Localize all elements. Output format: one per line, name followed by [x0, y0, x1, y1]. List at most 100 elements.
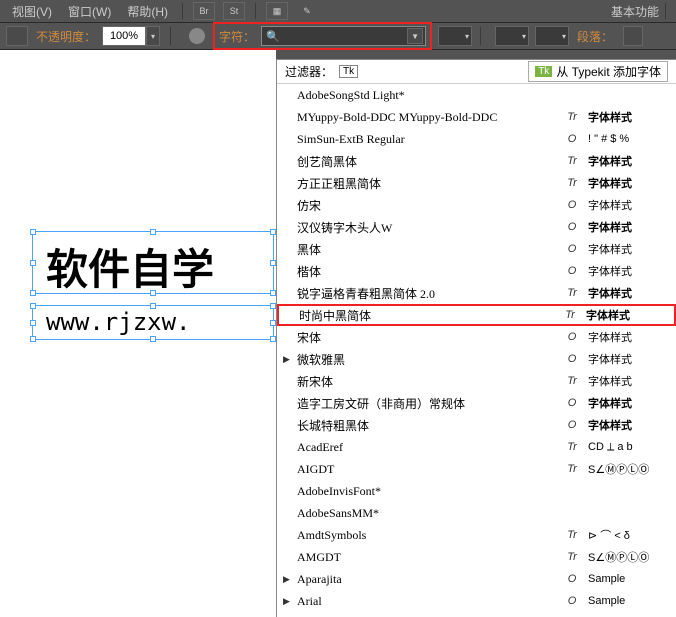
- font-row[interactable]: 造字工房文研（非商用）常规体O字体样式: [277, 392, 676, 414]
- font-row[interactable]: ▶AparajitaOSample: [277, 568, 676, 590]
- font-dropdown[interactable]: 🔍 ▼: [261, 26, 426, 46]
- chevron-down-icon[interactable]: ▼: [407, 28, 423, 44]
- typekit-button[interactable]: Tk 从 Typekit 添加字体: [528, 61, 668, 82]
- font-row[interactable]: 方正正粗黑简体Tr字体样式: [277, 172, 676, 194]
- font-type-icon: Tr: [564, 463, 580, 475]
- font-name: 仿宋: [297, 197, 564, 214]
- font-row[interactable]: AdobeSongStd Light*: [277, 84, 676, 106]
- font-sample: S∠ⓂⓅⓁⓄ: [588, 549, 668, 565]
- font-row[interactable]: MYuppy-Bold-DDC MYuppy-Bold-DDCTr 字体样式: [277, 106, 676, 128]
- font-name: 锐字逼格青春粗黑简体 2.0: [297, 285, 564, 302]
- font-sample: 字体样式: [588, 263, 668, 279]
- font-name: AIGDT: [297, 462, 564, 477]
- font-row[interactable]: AcadErefTrCD ⟂ a b: [277, 436, 676, 458]
- font-name: AmdtSymbols: [297, 528, 564, 543]
- separator: [182, 3, 183, 19]
- font-type-icon: Tr: [564, 529, 580, 541]
- font-type-icon: Tr: [564, 111, 580, 123]
- font-row[interactable]: 汉仪铸字木头人WO字体样式: [277, 216, 676, 238]
- font-name: 微软雅黑: [297, 351, 564, 368]
- font-type-icon: O: [564, 221, 580, 233]
- font-list[interactable]: AdobeSongStd Light* MYuppy-Bold-DDC MYupp…: [277, 84, 676, 617]
- tool-swatch[interactable]: [6, 26, 28, 46]
- font-row[interactable]: ▶ArialOSample: [277, 590, 676, 612]
- font-name: 宋体: [297, 329, 564, 346]
- font-sample: 字体样式: [588, 373, 668, 389]
- font-name: AdobeSongStd Light*: [297, 88, 564, 103]
- search-icon: 🔍: [266, 30, 280, 43]
- font-panel: 过滤器： Tk Tk 从 Typekit 添加字体 AdobeSongStd L…: [276, 59, 676, 617]
- para-label: 段落：: [577, 28, 613, 45]
- separator: [170, 27, 171, 45]
- br-icon[interactable]: Br: [193, 2, 215, 20]
- font-row[interactable]: 仿宋O字体样式: [277, 194, 676, 216]
- align-select[interactable]: ▾: [495, 26, 529, 46]
- font-row[interactable]: ▶ 微软雅黑O 字体样式: [277, 348, 676, 370]
- separator: [255, 3, 256, 19]
- font-sample: 字体样式: [586, 307, 666, 323]
- expand-arrow-icon[interactable]: ▶: [283, 596, 290, 607]
- font-name: Arial: [297, 594, 564, 609]
- option-select[interactable]: ▾: [535, 26, 569, 46]
- char-label: 字符：: [219, 28, 255, 45]
- font-row[interactable]: 宋体O字体样式: [277, 326, 676, 348]
- font-row[interactable]: 时尚中黑简体Tr字体样式: [277, 304, 676, 326]
- menu-view[interactable]: 视图(V): [4, 3, 60, 20]
- opacity-input[interactable]: [102, 26, 146, 46]
- font-type-icon: O: [564, 265, 580, 277]
- font-sample: 字体样式: [588, 329, 668, 345]
- font-type-icon: O: [564, 243, 580, 255]
- typekit-label: 从 Typekit 添加字体: [556, 63, 661, 80]
- style-select[interactable]: ▾: [438, 26, 472, 46]
- font-sample: 字体样式: [588, 351, 668, 367]
- font-row[interactable]: SimSun-ExtB RegularO! " # $ %: [277, 128, 676, 150]
- opacity-label: 不透明度：: [36, 28, 96, 45]
- font-row[interactable]: AdobeInvisFont*: [277, 480, 676, 502]
- font-row[interactable]: 锐字逼格青春粗黑简体 2.0Tr字体样式: [277, 282, 676, 304]
- separator: [665, 3, 666, 19]
- font-type-icon: O: [564, 133, 580, 145]
- font-name: AdobeSansMM*: [297, 506, 564, 521]
- font-row[interactable]: AdobeSansMM*: [277, 502, 676, 524]
- font-type-icon: O: [564, 353, 580, 365]
- font-type-icon: Tr: [562, 309, 578, 321]
- font-row[interactable]: Bank Gothic Light BTTrSAMPLE: [277, 612, 676, 617]
- font-sample: 字体样式: [588, 109, 668, 125]
- font-row[interactable]: 楷体O字体样式: [277, 260, 676, 282]
- font-row[interactable]: AMGDTTrS∠ⓂⓅⓁⓄ: [277, 546, 676, 568]
- font-row[interactable]: AIGDTTr S∠ⓂⓅⓁⓄ: [277, 458, 676, 480]
- menu-window[interactable]: 窗口(W): [60, 3, 119, 20]
- font-sample: Sample: [588, 595, 668, 607]
- font-row[interactable]: 创艺简黑体Tr字体样式: [277, 150, 676, 172]
- expand-arrow-icon[interactable]: ▶: [283, 574, 290, 585]
- tk-filter-icon[interactable]: Tk: [339, 65, 358, 78]
- canvas-text-main[interactable]: 软件自学: [46, 236, 214, 297]
- highlighted-font-area: 字符： 🔍 ▼: [213, 22, 432, 50]
- expand-arrow-icon[interactable]: ▶: [283, 354, 290, 365]
- font-sample: ! " # $ %: [588, 133, 668, 145]
- font-row[interactable]: AmdtSymbolsTr ⊳ ⌒ < δ: [277, 524, 676, 546]
- font-sample: S∠ⓂⓅⓁⓄ: [588, 461, 668, 477]
- font-row[interactable]: 黑体O字体样式: [277, 238, 676, 260]
- font-name: MYuppy-Bold-DDC MYuppy-Bold-DDC: [297, 110, 564, 125]
- workspace-label[interactable]: 基本功能: [611, 3, 659, 20]
- font-sample: ⊳ ⌒ < δ: [588, 527, 668, 543]
- font-name: 黑体: [297, 241, 564, 258]
- toolbar: 不透明度： ▾ 字符： 🔍 ▼ ▾ ▾ ▾ 段落：: [0, 22, 676, 50]
- menu-help[interactable]: 帮助(H): [119, 3, 176, 20]
- font-type-icon: Tr: [564, 375, 580, 387]
- font-row[interactable]: 长城特粗黑体O字体样式: [277, 414, 676, 436]
- circle-icon[interactable]: [189, 28, 205, 44]
- feather-icon[interactable]: ✎: [296, 2, 318, 20]
- tk-green-icon: Tk: [535, 66, 552, 77]
- font-name: 方正正粗黑简体: [297, 175, 564, 192]
- para-panel-icon[interactable]: [623, 26, 643, 46]
- font-row[interactable]: 新宋体Tr字体样式: [277, 370, 676, 392]
- grid-icon[interactable]: ▦: [266, 2, 288, 20]
- canvas-text-url[interactable]: www.rjzxw.: [46, 308, 191, 336]
- opacity-stepper[interactable]: ▾: [146, 26, 160, 46]
- font-name: AdobeInvisFont*: [297, 484, 564, 499]
- separator: [480, 27, 481, 45]
- font-sample: 字体样式: [588, 197, 668, 213]
- st-icon[interactable]: St: [223, 2, 245, 20]
